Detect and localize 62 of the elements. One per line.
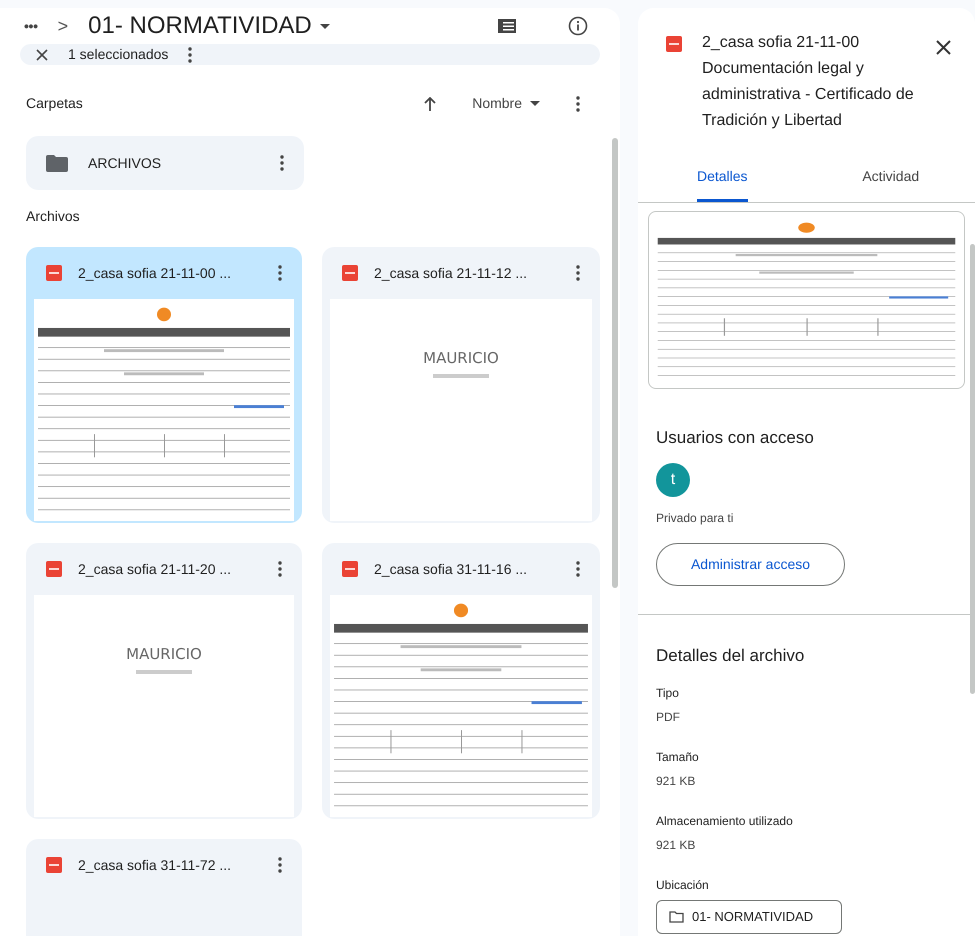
close-icon[interactable] xyxy=(36,48,48,60)
file-name: 2_casa sofia 21-11-00 ... xyxy=(78,264,232,283)
section-heading: Usuarios con acceso xyxy=(655,427,815,449)
more-breadcrumb[interactable]: ••• xyxy=(24,16,38,36)
section-heading: Archivos xyxy=(25,207,81,226)
pdf-icon xyxy=(46,857,62,873)
more-icon[interactable] xyxy=(280,155,284,171)
breadcrumb-separator: > xyxy=(58,14,68,38)
file-name: 2_casa sofia 31-11-72 ... xyxy=(78,856,232,875)
sort-button[interactable]: Nombre xyxy=(472,93,540,114)
more-icon[interactable] xyxy=(576,561,580,577)
field-label: Tipo xyxy=(656,685,680,702)
info-icon[interactable] xyxy=(568,16,588,36)
folder-icon xyxy=(669,911,684,923)
field-label: Almacenamiento utilizado xyxy=(656,813,794,830)
file-name: 2_casa sofia 21-11-20 ... xyxy=(78,560,232,579)
folder-icon xyxy=(46,154,68,172)
section-heading: Carpetas xyxy=(26,94,84,113)
field-label: Tamaño xyxy=(656,749,700,766)
more-icon[interactable] xyxy=(576,96,580,112)
folder-item[interactable]: ARCHIVOS xyxy=(26,136,304,190)
pdf-icon xyxy=(46,561,62,577)
arrow-up-icon[interactable] xyxy=(424,96,436,110)
list-view-icon[interactable] xyxy=(498,19,516,33)
user-avatar[interactable]: t xyxy=(656,462,690,496)
file-card[interactable]: 2_casa sofia 31-11-16 ... xyxy=(322,543,600,819)
pdf-icon xyxy=(342,265,358,281)
folder-name: ARCHIVOS xyxy=(88,154,162,172)
field-label: Ubicación xyxy=(656,877,710,894)
tab[interactable]: Actividad xyxy=(806,158,975,202)
file-card[interactable]: 2_casa sofia 21-11-12 ... MAURICIO xyxy=(322,247,600,523)
location-chip[interactable]: 01- NORMATIVIDAD xyxy=(656,900,842,934)
more-icon[interactable] xyxy=(278,561,282,577)
more-icon[interactable] xyxy=(278,265,282,281)
field-value: PDF xyxy=(656,709,681,726)
scrollbar[interactable] xyxy=(612,138,618,588)
details-title: 2_casa sofia 21-11-00 Documentación legal y administrativa - Certificado de Tradición y Libertad xyxy=(702,33,915,131)
manage-access-button[interactable]: Administrar acceso xyxy=(656,542,845,586)
section-heading: Detalles del archivo xyxy=(655,644,806,666)
pdf-icon xyxy=(46,265,62,281)
folder-title[interactable]: 01- NORMATIVIDAD xyxy=(88,8,330,44)
file-name: 2_casa sofia 31-11-16 ... xyxy=(374,560,528,579)
scrollbar[interactable] xyxy=(970,244,975,694)
pdf-icon xyxy=(342,561,358,577)
more-icon[interactable] xyxy=(188,46,192,62)
file-card[interactable]: 2_casa sofia 21-11-00 ... xyxy=(26,247,302,523)
more-icon[interactable] xyxy=(278,857,282,873)
cover-title: MAURICIO xyxy=(423,348,499,369)
tab[interactable]: Detalles xyxy=(638,158,806,202)
field-value: 921 KB xyxy=(656,837,696,854)
pdf-icon xyxy=(666,36,682,52)
privacy-text: Privado para ti xyxy=(655,510,734,526)
cover-title: MAURICIO xyxy=(126,644,202,665)
file-card[interactable]: 2_casa sofia 21-11-20 ... MAURICIO xyxy=(26,543,302,819)
field-value: 921 KB xyxy=(656,773,696,790)
file-name: 2_casa sofia 21-11-12 ... xyxy=(374,264,528,283)
close-icon[interactable] xyxy=(936,40,951,55)
caret-icon xyxy=(320,24,330,28)
caret-icon xyxy=(530,101,540,106)
selection-count: 1 seleccionados xyxy=(68,45,168,64)
file-card[interactable]: 2_casa sofia 31-11-72 ... xyxy=(26,839,302,936)
more-icon[interactable] xyxy=(576,265,580,281)
